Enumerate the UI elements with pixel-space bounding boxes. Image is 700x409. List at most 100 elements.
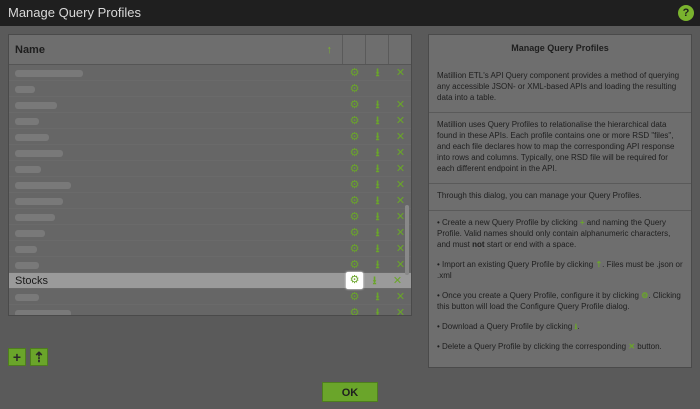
table-row[interactable]: ⚙ ⭳ ✕ — [9, 193, 411, 209]
delete-icon[interactable]: ✕ — [389, 129, 411, 145]
delete-icon[interactable]: ✕ — [389, 161, 411, 177]
configure-gear-icon[interactable]: ⚙ — [343, 161, 366, 177]
table-row[interactable]: ⚙ ⭳ ✕ — [9, 113, 411, 129]
redacted-name — [15, 213, 55, 221]
table-row[interactable]: ⚙ ⭳ ✕ — [9, 65, 411, 81]
download-icon[interactable]: ⭳ — [366, 177, 389, 193]
info-bullet-import: • Import an existing Query Profile by cl… — [437, 260, 683, 280]
profile-name-cell — [9, 177, 343, 193]
table-row[interactable]: ⚙ ⭳ ✕ — [9, 305, 411, 315]
info-bullet-configure: • Once you create a Query Profile, confi… — [437, 291, 681, 311]
configure-gear-icon[interactable]: ⚙ — [343, 129, 366, 145]
delete-icon[interactable]: ✕ — [389, 177, 411, 193]
info-bullet-delete: • Delete a Query Profile by clicking the… — [437, 342, 662, 351]
download-icon[interactable]: ⭳ — [366, 193, 389, 209]
redacted-name — [15, 101, 57, 109]
download-icon[interactable]: ⭳ — [366, 305, 389, 316]
redacted-name — [15, 293, 39, 301]
profile-name-cell — [9, 289, 343, 305]
table-row[interactable]: ⚙ — [9, 81, 411, 97]
table-row[interactable]: ⚙ ⭳ ✕ — [9, 97, 411, 113]
table-row[interactable]: ⚙ ⭳ ✕ — [9, 129, 411, 145]
delete-icon[interactable]: ✕ — [389, 289, 411, 305]
redacted-name — [15, 85, 35, 93]
profile-name-cell — [9, 241, 343, 257]
configure-gear-icon[interactable]: ⚙ — [343, 81, 366, 97]
redacted-name — [15, 149, 63, 157]
download-icon[interactable]: ⭳ — [366, 129, 389, 145]
add-profile-button[interactable]: + — [8, 348, 26, 366]
delete-icon[interactable]: ✕ — [389, 97, 411, 113]
configure-gear-icon[interactable]: ⚙ — [343, 241, 366, 257]
redacted-name — [15, 261, 39, 269]
profile-name-cell — [9, 97, 343, 113]
download-icon[interactable]: ⭳ — [363, 273, 386, 289]
info-panel: Manage Query Profiles Matillion ETL's AP… — [428, 34, 692, 368]
download-icon[interactable]: ⭳ — [366, 113, 389, 129]
redacted-name — [15, 229, 45, 237]
table-row[interactable]: ⚙ ⭳ ✕ — [9, 177, 411, 193]
delete-icon[interactable]: ✕ — [389, 145, 411, 161]
profile-name-cell — [9, 113, 343, 129]
redacted-name — [15, 181, 71, 189]
delete-icon[interactable]: ✕ — [389, 65, 411, 81]
table-row[interactable]: ⚙ ⭳ ✕ — [9, 257, 411, 273]
table-row[interactable]: ⚙ ⭳ ✕ — [9, 161, 411, 177]
configure-gear-icon[interactable]: ⚙ — [343, 177, 366, 193]
download-icon[interactable]: ⭳ — [366, 289, 389, 305]
profile-name-cell — [9, 193, 343, 209]
configure-gear-icon[interactable]: ⚙ — [343, 305, 366, 316]
configure-gear-icon[interactable]: ⚙ — [343, 113, 366, 129]
table-row[interactable]: ⚙ ⭳ ✕ — [9, 225, 411, 241]
configure-gear-icon[interactable]: ⚙ — [343, 97, 366, 113]
configure-gear-icon[interactable]: ⚙ — [343, 193, 366, 209]
download-icon[interactable]: ⭳ — [366, 225, 389, 241]
configure-gear-icon[interactable]: ⚙ — [343, 225, 366, 241]
table-row[interactable]: ⚙ ⭳ ✕ — [9, 209, 411, 225]
configure-gear-icon[interactable]: ⚙ — [343, 65, 366, 81]
configure-gear-icon[interactable]: ⚙ — [343, 289, 366, 305]
column-header-configure — [343, 35, 366, 64]
info-paragraph-2: Matillion uses Query Profiles to relatio… — [437, 120, 675, 173]
help-icon[interactable]: ? — [678, 5, 694, 21]
sort-ascending-icon[interactable]: ↑ — [327, 35, 333, 65]
redacted-name — [15, 69, 83, 77]
profile-name-cell — [9, 161, 343, 177]
info-bullet-download: • Download a Query Profile by clicking ⭳… — [437, 322, 580, 331]
table-row[interactable]: ⚙ ⭳ ✕ — [9, 145, 411, 161]
table-header: Name ↑ — [9, 35, 411, 65]
delete-icon[interactable]: ✕ — [389, 305, 411, 316]
profile-name-cell — [9, 305, 343, 315]
name-column-header[interactable]: Name ↑ — [9, 35, 343, 64]
table-scrollbar[interactable] — [405, 205, 409, 275]
ok-button[interactable]: OK — [322, 382, 378, 402]
divider — [429, 210, 691, 211]
download-icon[interactable]: ⭳ — [366, 145, 389, 161]
delete-icon[interactable]: ✕ — [389, 113, 411, 129]
download-icon[interactable]: ⭳ — [366, 241, 389, 257]
table-row[interactable]: ⚙ ⭳ ✕ — [9, 289, 411, 305]
table-body: ⚙ ⭳ ✕ ⚙ ⚙ ⭳ ✕ ⚙ ⭳ ✕ ⚙ ⭳ ✕ ⚙ ⭳ ✕ ⚙ ⭳ ✕ ⚙ ⭳ ✕ ⚙ ⭳ ✕ ⚙ ⭳ ✕ ⚙ ⭳ ✕ ⚙ ⭳ ✕ ⚙ ⭳ ✕ Sto… — [9, 65, 411, 315]
redacted-name — [15, 309, 71, 315]
configure-gear-icon[interactable]: ⚙ — [346, 272, 363, 289]
redacted-name — [15, 197, 63, 205]
download-icon[interactable]: ⭳ — [366, 161, 389, 177]
title-bar: Manage Query Profiles ? — [0, 0, 700, 26]
download-icon[interactable]: ⭳ — [366, 257, 389, 273]
table-row[interactable]: Stocks ⚙ ⭳ ✕ — [9, 272, 411, 289]
import-profile-button[interactable]: ⇡ — [30, 348, 48, 366]
download-icon[interactable]: ⭳ — [366, 97, 389, 113]
table-row[interactable]: ⚙ ⭳ ✕ — [9, 241, 411, 257]
configure-gear-icon[interactable]: ⚙ — [343, 209, 366, 225]
column-header-delete — [389, 35, 411, 64]
configure-gear-icon[interactable]: ⚙ — [343, 145, 366, 161]
profile-name-cell — [9, 209, 343, 225]
profile-name-cell — [9, 145, 343, 161]
download-icon[interactable]: ⭳ — [366, 209, 389, 225]
info-bullet-create: • Create a new Query Profile by clicking… — [437, 218, 671, 249]
info-title: Manage Query Profiles — [511, 43, 609, 53]
redacted-name — [15, 117, 39, 125]
configure-gear-icon[interactable]: ⚙ — [343, 257, 366, 273]
download-icon[interactable]: ⭳ — [366, 65, 389, 81]
profile-name: Stocks — [15, 274, 49, 287]
